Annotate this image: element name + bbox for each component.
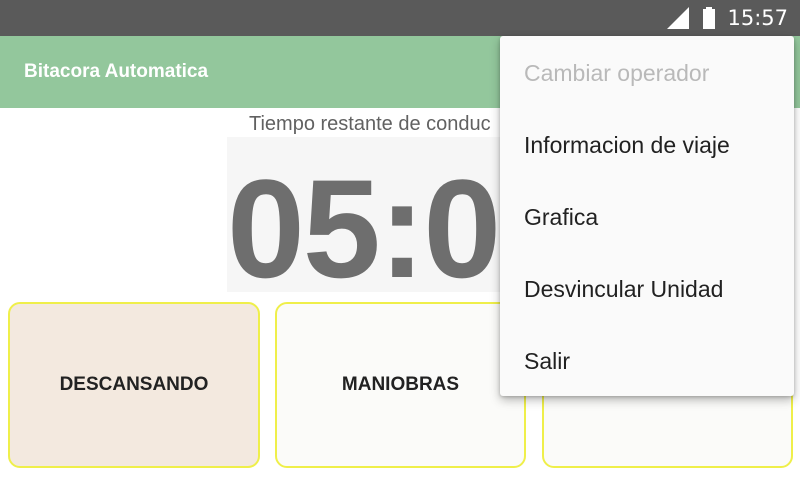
status-card-maniobras[interactable]: MANIOBRAS (275, 302, 526, 468)
menu-item-salir[interactable]: Salir (524, 348, 570, 375)
status-bar: 15:57 (0, 0, 800, 36)
timer-display: 05:0 (227, 137, 517, 292)
status-card-descansando[interactable]: DESCANSANDO (8, 302, 260, 468)
app-title: Bitacora Automatica (24, 61, 209, 82)
menu-item-grafica[interactable]: Grafica (524, 204, 598, 231)
overflow-menu: Cambiar operador Informacion de viaje Gr… (500, 36, 794, 396)
status-clock: 15:57 (727, 6, 788, 30)
battery-icon (703, 7, 716, 29)
timer-label: Tiempo restante de conduc (249, 113, 491, 135)
timer-value: 05:0 (227, 150, 501, 293)
menu-item-cambiar-operador: Cambiar operador (524, 60, 710, 86)
menu-item-desvincular-unidad[interactable]: Desvincular Unidad (524, 276, 723, 303)
signal-icon (667, 7, 690, 29)
status-icons: 15:57 (667, 0, 788, 36)
menu-item-informacion-de-viaje[interactable]: Informacion de viaje (524, 132, 730, 159)
